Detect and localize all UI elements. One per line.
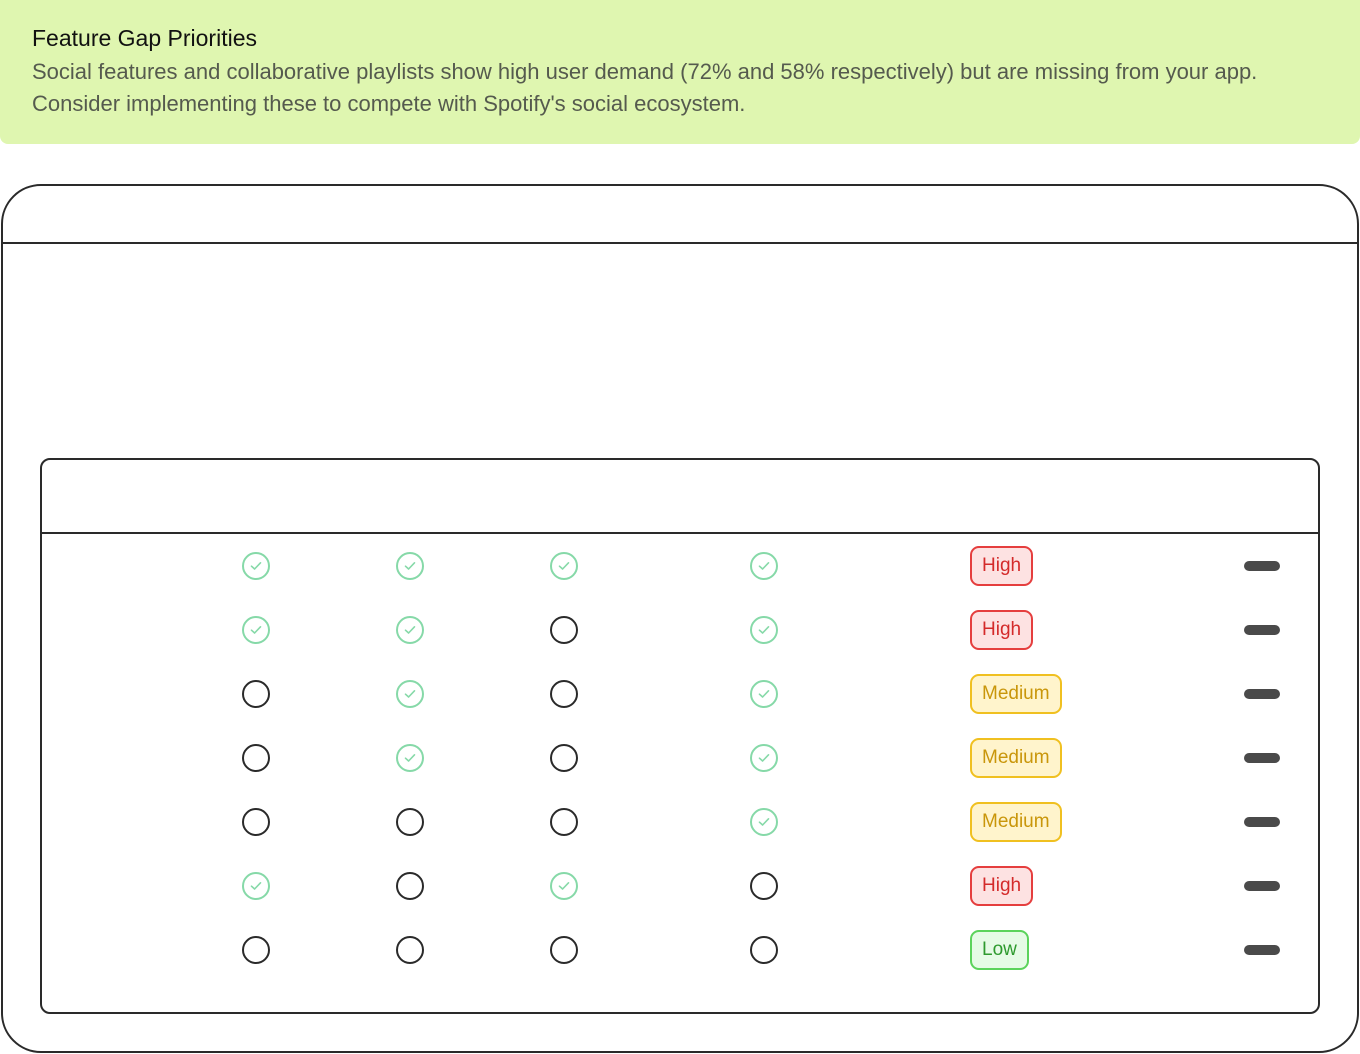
check-circle-icon: [750, 552, 778, 580]
row-action-handle[interactable]: [1244, 561, 1280, 571]
check-circle-icon: [242, 616, 270, 644]
empty-circle-icon: [550, 680, 578, 708]
check-circle-icon: [396, 616, 424, 644]
row-action-handle[interactable]: [1244, 881, 1280, 891]
banner-title: Feature Gap Priorities: [32, 25, 257, 51]
banner-body-line-2: Consider implementing these to compete w…: [32, 91, 746, 116]
banner-body-line-1: Social features and collaborative playli…: [32, 59, 1258, 84]
priority-badge: High: [970, 546, 1034, 586]
priority-badge: Medium: [970, 674, 1062, 714]
table-row: Medium: [42, 662, 1318, 726]
empty-circle-icon: [242, 680, 270, 708]
empty-circle-icon: [550, 744, 578, 772]
check-circle-icon: [750, 808, 778, 836]
row-action-handle[interactable]: [1244, 689, 1280, 699]
table-row: Medium: [42, 790, 1318, 854]
row-action-handle[interactable]: [1244, 945, 1280, 955]
check-circle-icon: [242, 552, 270, 580]
card-header: [3, 186, 1357, 244]
check-circle-icon: [750, 680, 778, 708]
table-row: High: [42, 534, 1318, 598]
table-row: High: [42, 598, 1318, 662]
row-action-handle[interactable]: [1244, 753, 1280, 763]
check-circle-icon: [396, 744, 424, 772]
priority-badge: High: [970, 610, 1034, 650]
priority-badge: Medium: [970, 738, 1062, 778]
empty-circle-icon: [396, 936, 424, 964]
empty-circle-icon: [550, 808, 578, 836]
insight-banner: Feature Gap Priorities Social features a…: [0, 0, 1360, 144]
table-row: High: [42, 854, 1318, 918]
table-header: [42, 460, 1318, 534]
row-action-handle[interactable]: [1244, 625, 1280, 635]
check-circle-icon: [396, 680, 424, 708]
check-circle-icon: [396, 552, 424, 580]
empty-circle-icon: [242, 808, 270, 836]
feature-comparison-table: High High Medium Medium Medium High Low: [40, 458, 1320, 1014]
empty-circle-icon: [396, 808, 424, 836]
priority-badge: Medium: [970, 802, 1062, 842]
row-action-handle[interactable]: [1244, 817, 1280, 827]
priority-badge: Low: [970, 930, 1029, 970]
table-row: Medium: [42, 726, 1318, 790]
empty-circle-icon: [242, 744, 270, 772]
empty-circle-icon: [242, 936, 270, 964]
empty-circle-icon: [750, 872, 778, 900]
banner-body: Social features and collaborative playli…: [32, 56, 1328, 120]
priority-badge: High: [970, 866, 1034, 906]
table-row: Low: [42, 918, 1318, 982]
check-circle-icon: [750, 744, 778, 772]
check-circle-icon: [550, 552, 578, 580]
empty-circle-icon: [396, 872, 424, 900]
empty-circle-icon: [550, 616, 578, 644]
check-circle-icon: [242, 872, 270, 900]
check-circle-icon: [550, 872, 578, 900]
check-circle-icon: [750, 616, 778, 644]
empty-circle-icon: [550, 936, 578, 964]
empty-circle-icon: [750, 936, 778, 964]
